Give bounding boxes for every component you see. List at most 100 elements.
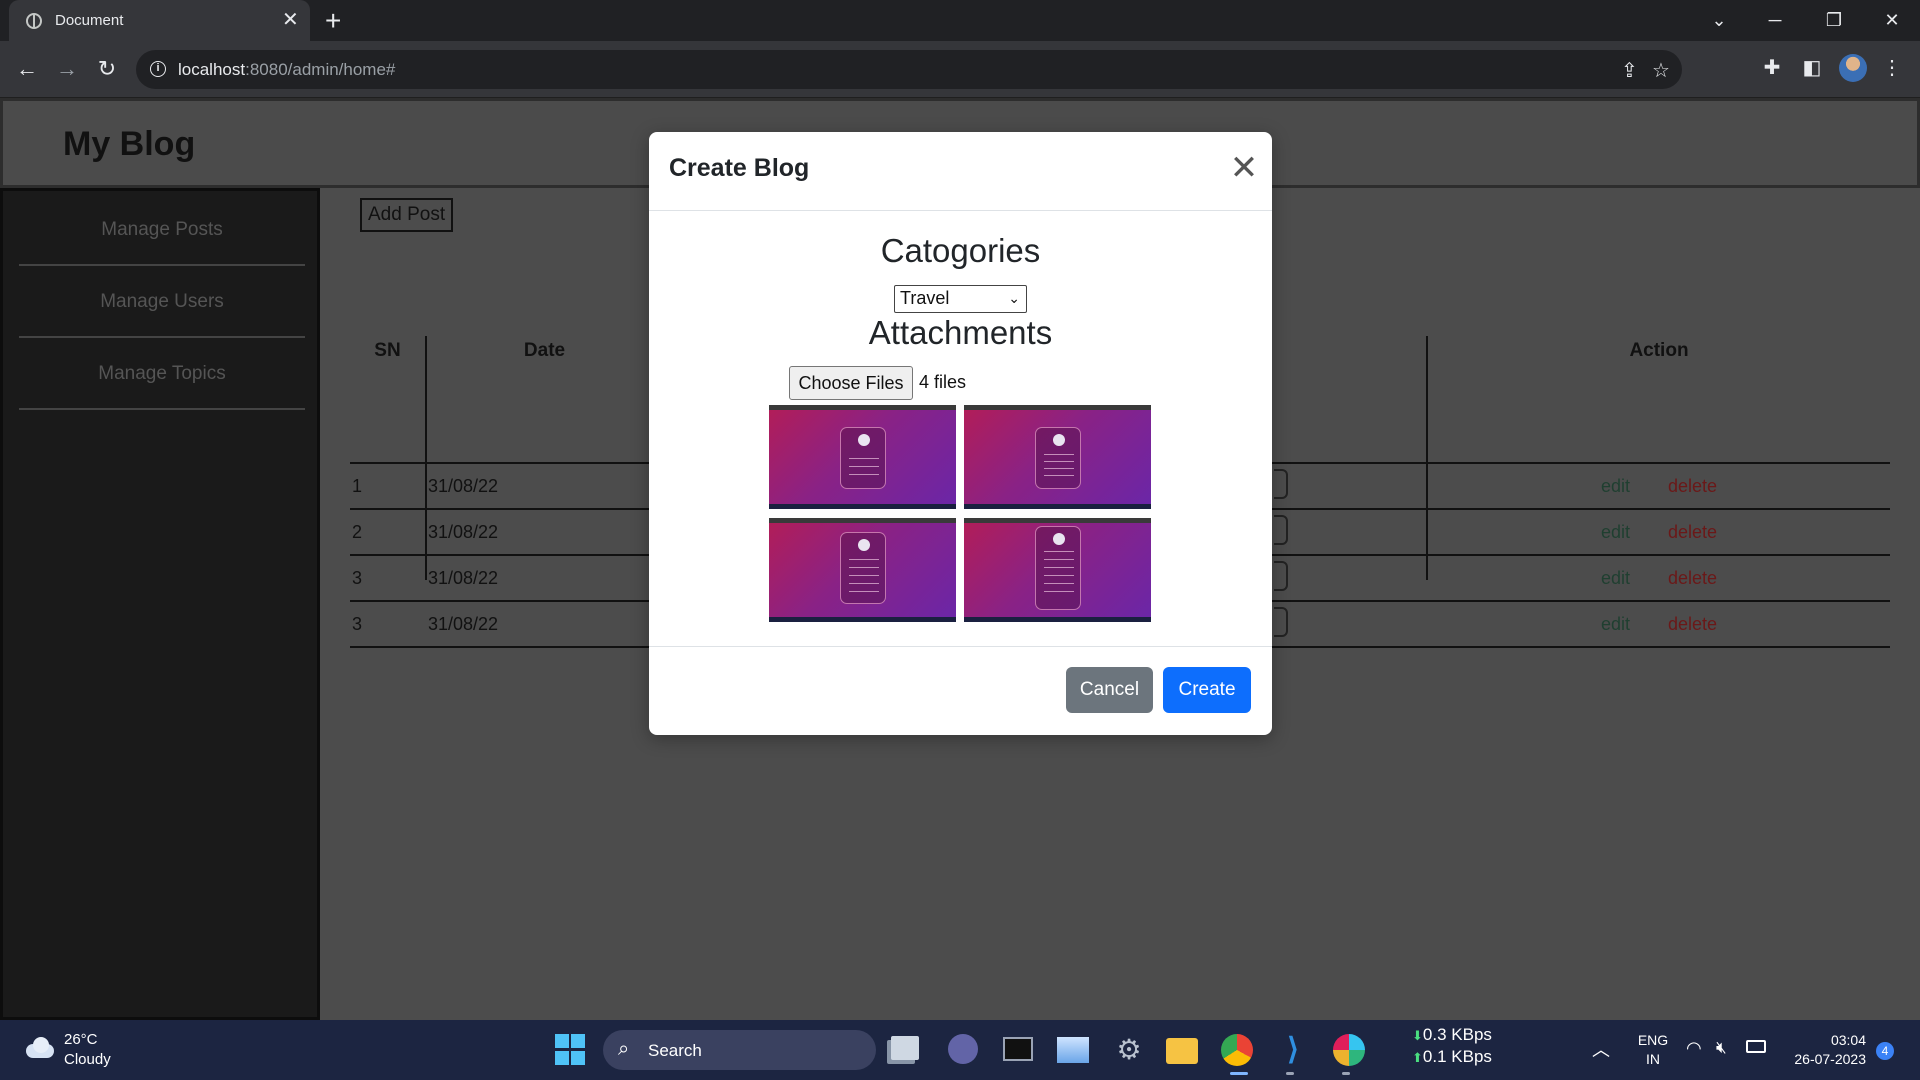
windows-start-icon[interactable] [555,1034,587,1066]
site-info-icon[interactable]: i [150,61,166,77]
wifi-icon[interactable]: ◠ [1686,1038,1702,1059]
delete-link[interactable]: delete [1668,614,1717,635]
file-count-text: 4 files [919,372,967,392]
attachment-preview [769,518,956,622]
choose-files-button[interactable]: Choose Files [789,366,913,400]
row-date: 31/08/22 [428,568,499,588]
attachment-preview [964,405,1151,509]
site-title: My Blog [63,125,196,163]
weather-temperature: 26°C [64,1031,98,1048]
speaker-muted-icon[interactable]: 🔇︎ [1716,1038,1727,1058]
modal-header: Create Blog ✕ [649,132,1272,211]
tab-search-chevron-icon[interactable]: ⌄ [1699,6,1739,34]
edit-link[interactable]: edit [1601,522,1630,543]
close-icon[interactable]: ✕ [1226,150,1262,186]
language-indicator[interactable]: ENG IN [1633,1031,1673,1069]
attachment-preview [964,518,1151,622]
column-divider [1426,336,1428,580]
sidebar-item-manage-posts[interactable]: Manage Posts [19,194,305,266]
restore-icon[interactable]: ❐ [1814,6,1854,34]
modal-footer: Cancel Create [649,646,1272,735]
sidebar: Manage Posts Manage Users Manage Topics [0,188,320,1020]
row-date: 31/08/22 [428,614,499,634]
address-bar[interactable]: i localhost:8080/admin/home# ⇪ ☆ [136,50,1682,89]
cancel-button[interactable]: Cancel [1066,667,1153,713]
column-header-action: Action [1629,340,1689,361]
row-sn: 1 [352,476,363,496]
delete-link[interactable]: delete [1668,522,1717,543]
window-close-icon[interactable]: ✕ [1872,6,1912,34]
profile-avatar[interactable] [1839,54,1867,82]
forward-icon[interactable]: → [52,55,82,83]
cloud-icon [22,1036,56,1058]
menu-kebab-icon[interactable]: ⋮ [1877,55,1907,80]
edit-link[interactable]: edit [1601,476,1630,497]
vscode-running-indicator [1286,1072,1294,1075]
row-date: 31/08/22 [428,476,499,496]
tab-close-icon[interactable]: ✕ [282,9,299,31]
taskbar: 26°C Cloudy ⌕ Search ⚙ ⟩ ⬇0.3 KBps ⬆0.1 … [0,1020,1920,1080]
teams-chat-icon[interactable] [948,1034,978,1064]
notification-badge[interactable]: 4 [1876,1042,1894,1060]
column-header-date: Date [523,340,566,361]
globe-icon [26,13,42,29]
extensions-icon[interactable]: ✚ [1757,55,1787,80]
taskbar-clock[interactable]: 03:04 26-07-2023 [1780,1031,1866,1069]
clock-date: 26-07-2023 [1794,1051,1866,1067]
create-button[interactable]: Create [1163,667,1251,713]
settings-gear-icon[interactable]: ⚙ [1113,1034,1145,1066]
edit-link[interactable]: edit [1601,614,1630,635]
show-hidden-icons-chevron-icon[interactable]: ︿ [1592,1036,1610,1062]
photos-icon[interactable] [1057,1037,1089,1063]
reload-icon[interactable]: ↻ [92,55,122,83]
delete-link[interactable]: delete [1668,568,1717,589]
clock-time: 03:04 [1830,1032,1866,1048]
sidebar-item-manage-topics[interactable]: Manage Topics [19,338,305,410]
row-sn: 3 [352,568,363,588]
minimize-icon[interactable]: ─ [1755,6,1795,34]
language-code: ENG [1637,1032,1669,1048]
task-view-icon[interactable] [891,1036,919,1060]
row-view-button[interactable] [1274,515,1288,545]
network-upload-speed: ⬆0.1 KBps [1412,1047,1492,1066]
bookmark-star-icon[interactable]: ☆ [1652,58,1670,83]
chevron-down-icon: ⌄ [1008,290,1020,306]
share-icon[interactable]: ⇪ [1621,58,1638,83]
row-view-button[interactable] [1274,469,1288,499]
url-text: localhost:8080/admin/home# [178,60,396,79]
battery-icon[interactable] [1746,1040,1766,1053]
search-icon: ⌕ [618,1038,630,1060]
browser-toolbar: ← → ↻ i localhost:8080/admin/home# ⇪ ☆ ✚… [0,41,1920,98]
browser-tab-strip: Document ✕ + ⌄ ─ ❐ ✕ [0,0,1920,41]
categories-heading: Catogories [880,232,1041,269]
row-view-button[interactable] [1274,561,1288,591]
modal-title: Create Blog [669,154,810,182]
side-panel-icon[interactable]: ◧ [1797,55,1827,80]
tab-title: Document [55,12,124,29]
slack-running-indicator [1342,1072,1350,1075]
category-select[interactable]: Travel ⌄ [894,285,1027,313]
delete-link[interactable]: delete [1668,476,1717,497]
new-tab-icon[interactable]: + [325,6,341,36]
region-code: IN [1646,1051,1660,1067]
column-header-sn: SN [374,340,401,361]
back-icon[interactable]: ← [12,55,42,83]
category-selected-value: Travel [900,288,950,308]
chrome-icon[interactable] [1221,1034,1253,1066]
slack-icon[interactable] [1333,1034,1365,1066]
weather-description: Cloudy [64,1051,111,1068]
row-sn: 3 [352,614,363,634]
taskbar-search[interactable]: ⌕ Search [603,1030,876,1070]
row-date: 31/08/22 [428,522,499,542]
file-explorer-icon[interactable] [1166,1038,1198,1064]
search-label: Search [648,1041,702,1060]
sidebar-item-manage-users[interactable]: Manage Users [19,266,305,338]
terminal-icon[interactable] [1003,1037,1033,1061]
row-view-button[interactable] [1274,607,1288,637]
vscode-icon[interactable]: ⟩ [1277,1034,1309,1066]
browser-tab[interactable]: Document ✕ [9,0,310,41]
add-post-button[interactable]: Add Post [360,198,454,232]
network-download-speed: ⬇0.3 KBps [1412,1025,1492,1044]
create-blog-modal: Create Blog ✕ Catogories Travel ⌄ Attach… [649,132,1272,735]
edit-link[interactable]: edit [1601,568,1630,589]
